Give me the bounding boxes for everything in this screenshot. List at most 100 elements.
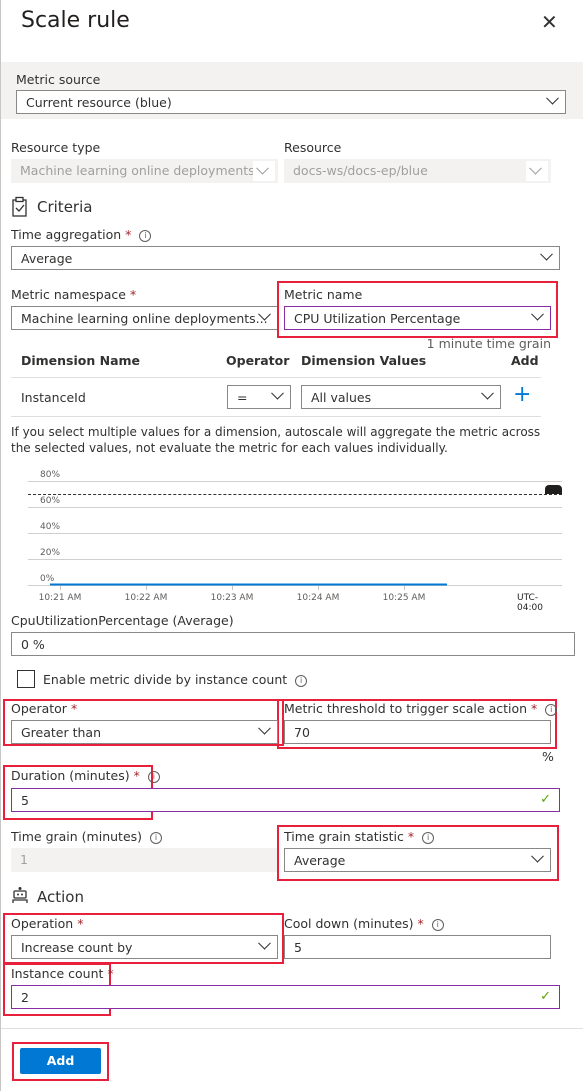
time-grain-note: 1 minute time grain: [426, 336, 551, 351]
metric-source-label: Metric source: [16, 72, 101, 87]
panel-border: [0, 0, 1, 1091]
chevron-down-icon: [540, 247, 553, 261]
chevron-down-icon: [258, 936, 271, 950]
info-icon[interactable]: i: [431, 919, 444, 931]
chevron-down-icon: [531, 307, 544, 321]
dimension-values-value: All values: [311, 390, 372, 405]
col-dimension-values: Dimension Values: [301, 353, 427, 368]
resource-type-label: Resource type: [11, 140, 101, 155]
chevron-down-icon: [546, 91, 559, 105]
divide-checkbox-label: Enable metric divide by instance count i: [43, 672, 308, 687]
operator-value: Greater than: [21, 725, 102, 740]
metric-source-value: Current resource (blue): [26, 95, 172, 110]
col-dimension-name: Dimension Name: [21, 353, 141, 368]
chevron-down-icon: [256, 161, 269, 175]
x-tick-label: 10:22 AM: [124, 593, 168, 603]
metric-name-label: Metric name: [284, 287, 363, 302]
clipboard-check-icon: [12, 196, 27, 217]
threshold-unit: %: [542, 749, 554, 764]
gridline: [28, 559, 562, 560]
col-add: Add: [511, 353, 539, 368]
info-icon[interactable]: i: [422, 832, 435, 844]
y-tick-label: 0%: [40, 574, 55, 584]
y-tick-label: 60%: [40, 496, 61, 506]
cool-down-value: 5: [294, 940, 302, 955]
threshold-value: 70: [294, 725, 310, 740]
action-heading: Action: [37, 888, 84, 906]
resource-type-value: Machine learning online deployments: [20, 163, 255, 178]
checkmark-icon: ✓: [540, 989, 551, 1004]
time-grain-statistic-select[interactable]: Average: [284, 848, 551, 872]
info-icon[interactable]: i: [295, 675, 308, 687]
gridline: [28, 481, 562, 482]
y-tick-label: 20%: [40, 548, 61, 558]
chevron-down-icon: [529, 161, 542, 175]
info-icon[interactable]: i: [139, 230, 152, 242]
metric-name-value: CPU Utilization Percentage: [294, 311, 461, 326]
threshold-marker: [545, 485, 562, 494]
operation-label: Operation *: [11, 916, 84, 931]
chevron-down-icon: [481, 386, 494, 400]
metric-name-select[interactable]: CPU Utilization Percentage: [284, 306, 551, 330]
x-tick: [318, 585, 319, 590]
cool-down-label: Cool down (minutes) * i: [284, 916, 444, 931]
chevron-down-icon: [531, 849, 544, 863]
time-aggregation-select[interactable]: Average: [11, 246, 560, 270]
dimension-operator-value: =: [237, 390, 248, 405]
chevron-down-icon: [258, 721, 271, 735]
divider: [11, 377, 541, 378]
x-tick: [60, 585, 61, 590]
current-value: 0 %: [21, 637, 45, 652]
time-grain-value: 1: [20, 852, 28, 867]
dimension-name: InstanceId: [21, 390, 86, 405]
operation-select[interactable]: Increase count by: [11, 935, 278, 959]
info-icon[interactable]: i: [150, 832, 163, 844]
current-value-label: CpuUtilizationPercentage (Average): [11, 613, 234, 628]
metric-namespace-select[interactable]: Machine learning online deployments...: [11, 306, 278, 330]
operator-label: Operator *: [11, 701, 78, 716]
time-grain-statistic-label: Time grain statistic * i: [284, 829, 435, 844]
divider: [1, 1028, 583, 1029]
info-icon[interactable]: i: [147, 771, 160, 783]
metric-namespace-label: Metric namespace *: [11, 287, 137, 302]
panel-title: Scale rule: [21, 8, 130, 33]
timezone-label: UTC-04:00: [517, 593, 543, 613]
x-tick-label: 10:23 AM: [210, 593, 254, 603]
time-aggregation-label: Time aggregation * i: [11, 227, 152, 242]
metric-namespace-value: Machine learning online deployments...: [21, 311, 268, 326]
y-tick-label: 40%: [40, 522, 61, 532]
metric-source-select[interactable]: Current resource (blue): [16, 90, 566, 114]
cool-down-input[interactable]: 5: [284, 935, 551, 959]
threshold-label: Metric threshold to trigger scale action…: [284, 701, 558, 716]
checkmark-icon: ✓: [540, 792, 551, 807]
time-grain-label: Time grain (minutes) i: [11, 829, 163, 844]
instance-count-input[interactable]: 2 ✓: [11, 985, 560, 1009]
time-grain-input: 1: [11, 848, 278, 872]
x-tick: [146, 585, 147, 590]
robot-icon: [12, 887, 28, 903]
resource-value: docs-ws/docs-ep/blue: [293, 163, 428, 178]
resource-label: Resource: [284, 140, 342, 155]
close-icon[interactable]: ✕: [541, 10, 558, 34]
resource-type-select: Machine learning online deployments: [11, 159, 278, 183]
dimension-values-select[interactable]: All values: [301, 385, 501, 409]
divider: [11, 416, 541, 417]
add-button[interactable]: Add: [20, 1048, 101, 1074]
duration-value: 5: [21, 793, 29, 808]
x-tick: [404, 585, 405, 590]
divide-checkbox[interactable]: [17, 670, 35, 688]
threshold-input[interactable]: 70: [284, 720, 551, 744]
dimension-operator-select[interactable]: =: [227, 385, 291, 409]
y-tick-label: 80%: [40, 470, 61, 480]
x-tick-label: 10:25 AM: [382, 593, 426, 603]
operator-select[interactable]: Greater than: [11, 720, 278, 744]
info-icon[interactable]: i: [545, 704, 558, 716]
duration-input[interactable]: 5 ✓: [11, 788, 560, 812]
x-tick: [232, 585, 233, 590]
duration-label: Duration (minutes) * i: [11, 768, 160, 783]
criteria-heading: Criteria: [37, 198, 93, 216]
dimension-note: If you select multiple values for a dime…: [11, 425, 541, 455]
time-grain-statistic-value: Average: [294, 853, 346, 868]
gridline: [28, 585, 562, 586]
add-dimension-plus-icon[interactable]: +: [513, 384, 531, 406]
